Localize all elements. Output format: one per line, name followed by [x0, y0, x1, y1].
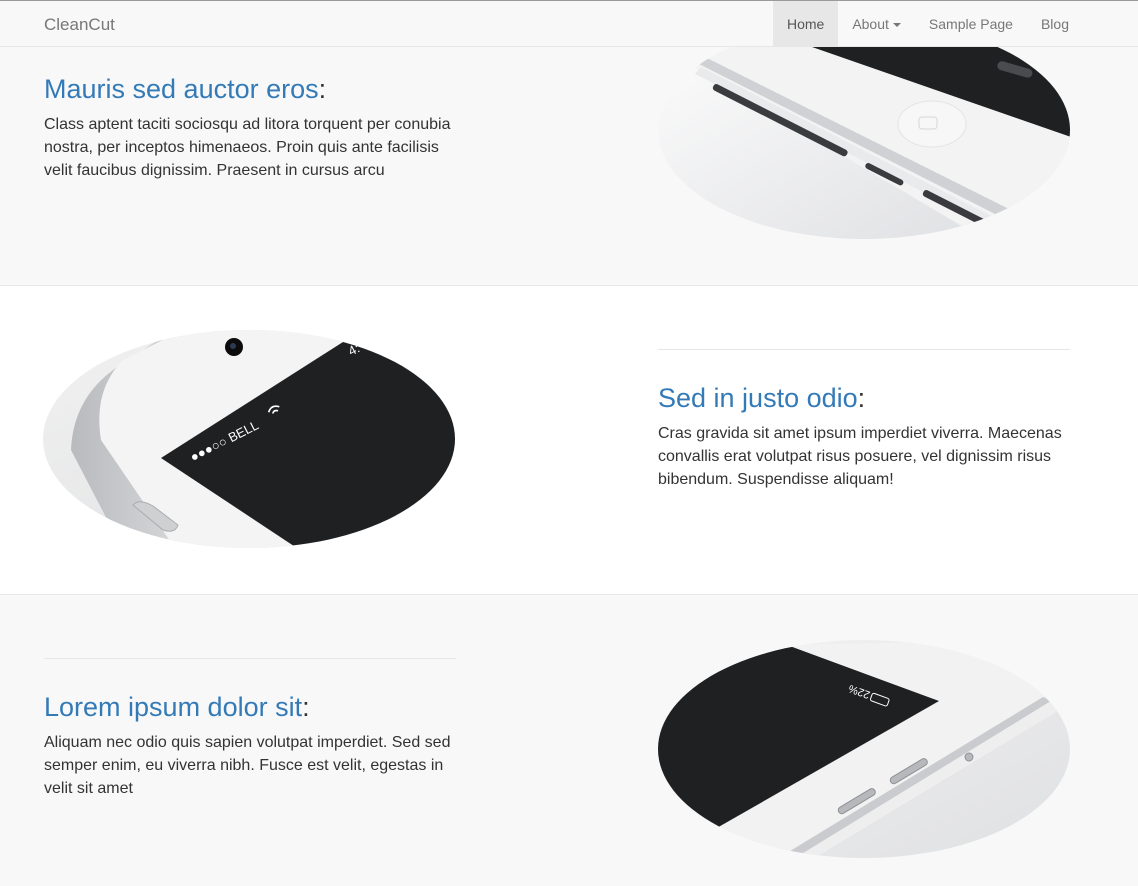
ipad-side-image: 22%: [658, 640, 1070, 858]
feature-section-1: Mauris sed auctor eros: Class aptent tac…: [0, 47, 1138, 286]
caret-down-icon: [892, 23, 901, 28]
heading-text: Mauris sed auctor eros: [44, 74, 319, 104]
feature-paragraph: Cras gravida sit amet ipsum imperdiet vi…: [658, 425, 1062, 488]
brand-logo[interactable]: CleanCut: [44, 15, 115, 35]
heading-text: Sed in justo odio: [658, 383, 858, 413]
heading-text: Lorem ipsum dolor sit: [44, 692, 303, 722]
feature-heading: Mauris sed auctor eros:: [44, 73, 456, 105]
heading-colon: :: [302, 692, 310, 722]
feature-text-2: Sed in justo odio: Cras gravida sit amet…: [658, 382, 1070, 491]
feature-paragraph: Aliquam nec odio quis sapien volutpat im…: [44, 734, 451, 797]
ipad-closeup-image: [658, 47, 1070, 239]
nav-item-about[interactable]: About: [838, 1, 915, 47]
nav-item-sample-page[interactable]: Sample Page: [915, 1, 1027, 47]
feature-section-3: Lorem ipsum dolor sit: Aliquam nec odio …: [0, 595, 1138, 886]
iphone-closeup-image: ●●●○○ BELL 4:: [43, 330, 455, 548]
heading-colon: :: [857, 383, 866, 413]
feature-text-1: Mauris sed auctor eros: Class aptent tac…: [44, 73, 456, 182]
nav-item-label: Home: [786, 16, 825, 32]
section-divider: [658, 349, 1070, 350]
feature-section-2: ●●●○○ BELL 4: Sed in justo odio: Cras gr…: [0, 286, 1138, 595]
section-divider: [44, 658, 456, 659]
feature-paragraph: Class aptent taciti sociosqu ad litora t…: [44, 116, 451, 179]
nav-item-label: Sample Page: [928, 16, 1013, 32]
feature-heading: Lorem ipsum dolor sit:: [44, 691, 456, 723]
nav-item-home[interactable]: Home: [772, 1, 839, 47]
heading-colon: :: [318, 74, 327, 104]
navbar: CleanCut Home About Sample Page Blog: [0, 0, 1138, 47]
feature-heading: Sed in justo odio:: [658, 382, 1070, 414]
feature-text-3: Lorem ipsum dolor sit: Aliquam nec odio …: [44, 691, 456, 800]
nav-item-label: Blog: [1040, 16, 1069, 32]
nav-item-label: About: [852, 16, 889, 32]
nav-menu: Home About Sample Page Blog: [772, 1, 1083, 47]
nav-item-blog[interactable]: Blog: [1027, 1, 1083, 47]
